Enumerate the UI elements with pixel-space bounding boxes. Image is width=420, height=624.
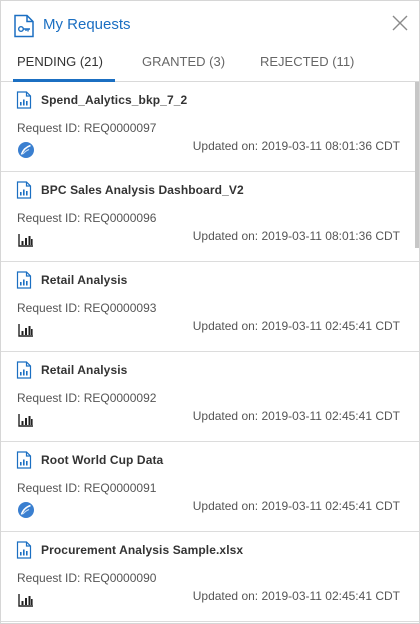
scrollbar[interactable] [415, 82, 419, 248]
bar-chart-icon [18, 324, 33, 337]
tab-pending-label: PENDING (21) [17, 54, 103, 69]
panel-title: My Requests [43, 16, 131, 33]
tab-granted-label: GRANTED (3) [142, 54, 226, 69]
report-file-icon [16, 181, 32, 199]
request-name[interactable]: Procurement Analysis Sample.xlsx [41, 543, 243, 557]
bar-chart-icon [18, 414, 33, 427]
tab-rejected-label: REJECTED (11) [260, 54, 355, 69]
request-id: Request ID: REQ0000096 [17, 211, 157, 225]
request-list: Spend_Aalytics_bkp_7_2 Request ID: REQ00… [1, 82, 419, 623]
report-file-icon [16, 541, 32, 559]
tab-pending[interactable]: PENDING (21) [13, 54, 115, 82]
request-id: Request ID: REQ0000090 [17, 571, 157, 585]
request-updated: Updated on: 2019-03-11 02:45:41 CDT [192, 409, 400, 423]
leaf-badge-icon [18, 142, 34, 158]
request-list-item[interactable]: Retail Analysis Request ID: REQ0000092 U… [1, 352, 419, 442]
request-updated: Updated on: 2019-03-11 02:45:41 CDT [192, 589, 400, 603]
request-list-item[interactable]: Root World Cup Data Request ID: REQ00000… [1, 442, 419, 532]
request-updated: Updated on: 2019-03-11 02:45:41 CDT [192, 499, 400, 513]
request-list-item[interactable]: Spend_Aalytics_bkp_7_2 Request ID: REQ00… [1, 82, 419, 172]
request-id: Request ID: REQ0000093 [17, 301, 157, 315]
request-updated: Updated on: 2019-03-11 08:01:36 CDT [192, 229, 400, 243]
request-updated: Updated on: 2019-03-11 02:45:41 CDT [192, 319, 400, 333]
report-file-icon [16, 361, 32, 379]
leaf-badge-icon [18, 502, 34, 518]
request-list-item[interactable]: BPC Sales Analysis Dashboard_V2 Request … [1, 172, 419, 262]
report-file-icon [16, 271, 32, 289]
bar-chart-icon [18, 234, 33, 247]
bar-chart-icon [18, 594, 33, 607]
request-id: Request ID: REQ0000091 [17, 481, 157, 495]
tab-granted[interactable]: GRANTED (3) [142, 54, 225, 81]
tab-rejected[interactable]: REJECTED (11) [260, 54, 354, 81]
report-file-icon [16, 91, 32, 109]
panel-header: My Requests [1, 1, 419, 51]
request-list-item[interactable]: Retail Analysis Request ID: REQ0000093 U… [1, 262, 419, 352]
request-id: Request ID: REQ0000097 [17, 121, 157, 135]
request-name[interactable]: Spend_Aalytics_bkp_7_2 [41, 93, 187, 107]
report-file-icon [16, 451, 32, 469]
request-id: Request ID: REQ0000092 [17, 391, 157, 405]
request-name[interactable]: Retail Analysis [41, 363, 127, 377]
close-icon[interactable] [391, 14, 409, 32]
request-name[interactable]: Retail Analysis [41, 273, 127, 287]
request-list-item[interactable]: Procurement Analysis Sample.xlsx Request… [1, 532, 419, 622]
request-name[interactable]: Root World Cup Data [41, 453, 163, 467]
request-tabs: PENDING (21) GRANTED (3) REJECTED (11) [1, 51, 419, 82]
request-document-icon [14, 14, 34, 38]
request-updated: Updated on: 2019-03-11 08:01:36 CDT [192, 139, 400, 153]
request-name[interactable]: BPC Sales Analysis Dashboard_V2 [41, 183, 244, 197]
my-requests-panel: My Requests PENDING (21) GRANTED (3) REJ… [0, 0, 420, 624]
